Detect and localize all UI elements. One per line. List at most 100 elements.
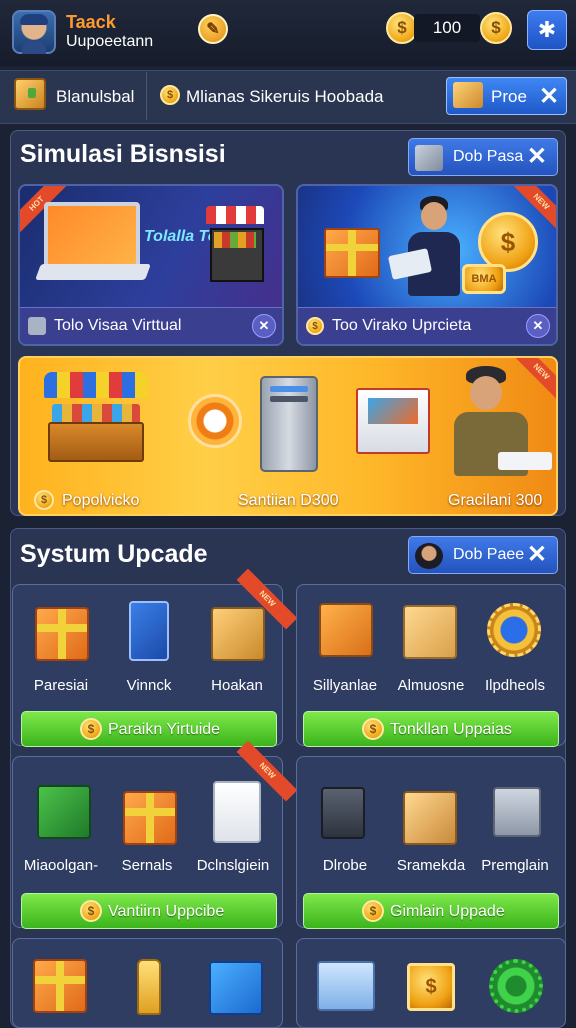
- close-icon[interactable]: ✕: [526, 314, 550, 338]
- coin-icon: $: [80, 900, 102, 922]
- card-footer: Tolo Visaa Virttual ✕: [20, 307, 282, 344]
- upgrade-title: Systum Upcade: [20, 540, 208, 568]
- box-icon: [453, 82, 483, 108]
- coin-icon: $: [160, 85, 180, 105]
- coin-icon: $: [80, 718, 102, 740]
- machine-icon: [493, 787, 541, 837]
- card-footer: $ Too Virako Uprcieta ✕: [298, 307, 556, 344]
- compass-gear-icon: [487, 603, 541, 657]
- server-icon: [415, 145, 443, 171]
- gear-icon: ✱: [537, 17, 557, 42]
- trash-bin-icon: [321, 787, 365, 839]
- upgrade-item: Sernals: [121, 857, 173, 874]
- business-pill-button[interactable]: Dob Pasa ✕: [408, 138, 558, 176]
- box-icon: [403, 605, 457, 659]
- box-icon: [403, 791, 457, 845]
- card-footer-label: Too Virako Uprcieta: [332, 317, 472, 334]
- upgrade-button[interactable]: $ Paraikn Yirtuide: [21, 711, 277, 747]
- coin-balance: 100: [414, 14, 480, 42]
- upgrade-button-label: Gimlain Uppade: [390, 903, 505, 920]
- market-cart-icon: [44, 372, 148, 468]
- laptop-icon: [317, 961, 375, 1011]
- upgrade-item: Premglain: [481, 857, 549, 874]
- business-card-upgrade[interactable]: $ BMA NEW $ Too Virako Uprcieta ✕: [296, 184, 558, 346]
- upgrade-item: Paresiai: [33, 677, 89, 694]
- worker-figure: [450, 362, 552, 482]
- close-icon[interactable]: ✕: [252, 314, 276, 338]
- close-icon[interactable]: ✕: [527, 540, 547, 569]
- gift-icon: [35, 607, 89, 661]
- divider: [146, 72, 147, 120]
- laptop-icon: [35, 202, 151, 282]
- package-icon: [211, 607, 265, 661]
- business-title: Simulasi Bisnsisi: [20, 140, 226, 168]
- coin-icon: $: [407, 963, 455, 1011]
- pro-button[interactable]: Proe ✕: [446, 77, 567, 115]
- featured-label-2: Santiian D300: [238, 492, 339, 509]
- upgrade-card: NEW Miaoolgan- Sernals Dclnslgiein $ Van…: [12, 740, 298, 929]
- upgrade-button[interactable]: $ Vantiirn Uppcibe: [21, 893, 277, 929]
- featured-label-3: Gracilani 300: [448, 492, 543, 509]
- dollar-coin-icon: $: [478, 212, 538, 272]
- settings-button[interactable]: ✱: [527, 10, 567, 50]
- add-coins-button[interactable]: $: [480, 12, 512, 44]
- cereal-box-icon: [213, 781, 261, 843]
- upgrade-item: Almuosne: [397, 677, 465, 694]
- tab-blanulsbal[interactable]: Blanulsbal: [56, 87, 134, 107]
- upgrade-item: Hoakan: [211, 677, 263, 694]
- bottle-icon: [137, 959, 161, 1015]
- upgrade-item: Vinnck: [126, 677, 172, 694]
- gift-icon: [33, 959, 87, 1013]
- upgrade-pill-label: Dob Paee: [453, 546, 525, 563]
- device-icon: [129, 601, 169, 661]
- upgrade-button[interactable]: $ Gimlain Uppade: [303, 893, 559, 929]
- upgrade-item: Dclnslgiein: [196, 857, 270, 874]
- coin-icon: $: [306, 317, 324, 335]
- gift-icon: [324, 228, 380, 278]
- open-crate-icon: [356, 388, 430, 454]
- green-box-icon: [37, 785, 91, 839]
- upgrade-card: $: [296, 938, 566, 1028]
- business-card-virtual-tool[interactable]: HOT Tolalla Tocal Tolo Visaa Virttual ✕: [18, 184, 284, 346]
- player-status: Uupoeetann: [66, 33, 154, 50]
- edit-icon[interactable]: ✎: [198, 14, 228, 44]
- upgrade-button-label: Vantiirn Uppcibe: [108, 903, 225, 920]
- upgrade-card: [12, 938, 283, 1028]
- businessman-figure: [387, 196, 470, 308]
- blue-box-icon: [209, 961, 263, 1015]
- business-pill-label: Dob Pasa: [453, 148, 524, 165]
- avatar-icon: [415, 543, 443, 569]
- card-footer-label: Tolo Visaa Virttual: [54, 317, 182, 334]
- upgrade-card: NEW Paresiai Vinnck Hoakan $ Paraikn Yir…: [12, 568, 298, 747]
- coin-stack-art: BMA: [462, 264, 506, 294]
- crate-icon: [319, 603, 373, 657]
- server-icon: [260, 376, 318, 472]
- upgrade-item: Sillyanlae: [312, 677, 378, 694]
- search-coin-icon: [188, 394, 242, 448]
- upgrade-item: Miaoolgan-: [23, 857, 99, 874]
- upgrade-button-label: Tonkllan Uppaias: [390, 721, 512, 738]
- business-card-featured[interactable]: NEW $ Popolvicko Santiian D300 Gracilani…: [18, 356, 558, 516]
- coin-icon: $: [362, 900, 384, 922]
- pro-label: Proe: [491, 87, 527, 106]
- upgrade-card: Sillyanlae Almuosne Ilpdheols $ Tonkllan…: [296, 584, 566, 747]
- market-stall-icon: [206, 206, 264, 298]
- player-name: Taack: [66, 12, 116, 32]
- coin-icon: $: [34, 490, 54, 510]
- player-avatar[interactable]: [12, 10, 56, 54]
- tab-mlianas[interactable]: Mlianas Sikeruis Hoobada: [186, 87, 384, 107]
- close-icon[interactable]: ✕: [527, 142, 547, 171]
- coin-icon: $: [362, 718, 384, 740]
- featured-label-1: Popolvicko: [62, 492, 140, 509]
- upgrade-item: Ilpdheols: [484, 677, 546, 694]
- server-icon: [28, 317, 46, 335]
- close-icon[interactable]: ✕: [539, 82, 559, 111]
- green-gear-icon: [489, 959, 543, 1013]
- upgrade-item: Sramekda: [396, 857, 466, 874]
- upgrade-pill-button[interactable]: Dob Paee ✕: [408, 536, 558, 574]
- upgrade-card: Dlrobe Sramekda Premglain $ Gimlain Uppa…: [296, 756, 566, 929]
- crate-icon: [14, 78, 46, 110]
- upgrade-button[interactable]: $ Tonkllan Uppaias: [303, 711, 559, 747]
- gift-icon: [123, 791, 177, 845]
- upgrade-item: Dlrobe: [322, 857, 368, 874]
